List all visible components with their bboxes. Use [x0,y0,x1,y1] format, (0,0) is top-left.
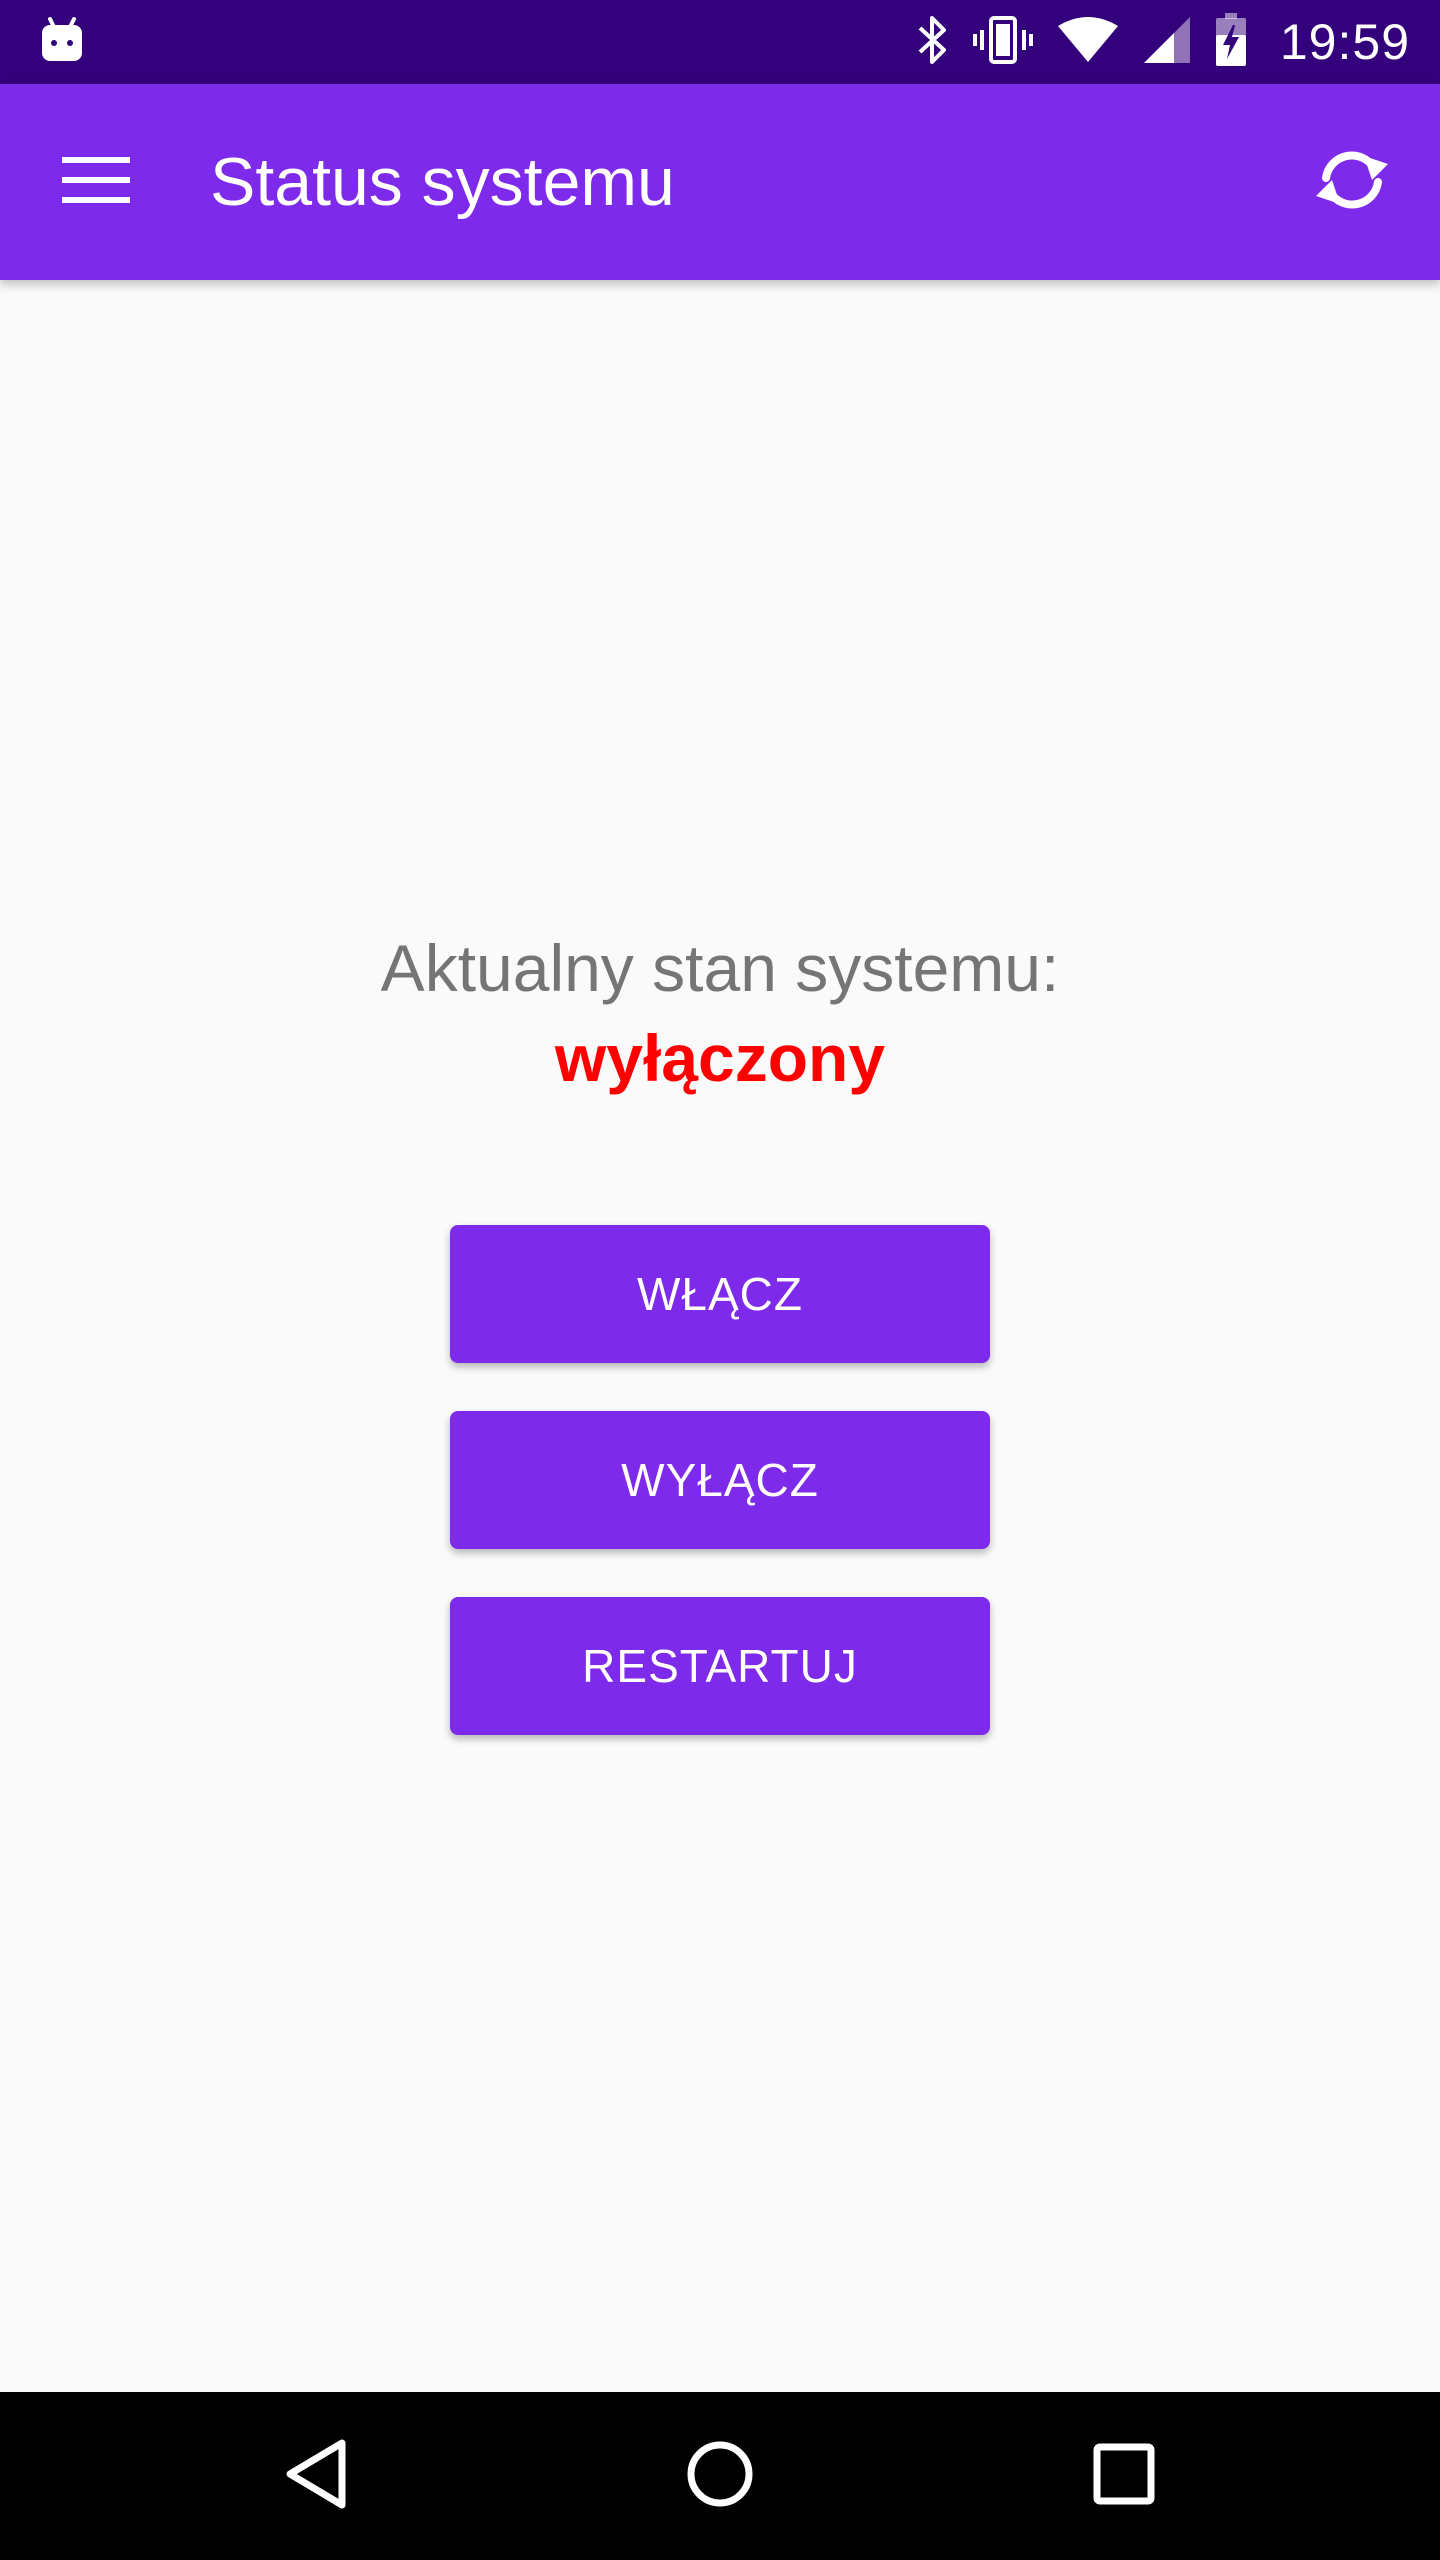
signal-icon [1142,15,1192,70]
status-time: 19:59 [1279,14,1410,70]
system-status-value: wyłączony [554,1021,886,1095]
turn-on-button[interactable]: WŁĄCZ [450,1225,990,1363]
back-button[interactable] [266,2426,366,2526]
menu-button[interactable] [48,134,144,230]
refresh-button[interactable] [1300,130,1404,234]
bluetooth-icon [916,14,950,71]
turn-off-button[interactable]: WYŁĄCZ [450,1411,990,1549]
wifi-icon [1056,16,1120,69]
refresh-icon [1314,148,1390,217]
back-icon [284,2439,348,2514]
restart-button[interactable]: RESTARTUJ [450,1597,990,1735]
recents-button[interactable] [1074,2426,1174,2526]
hamburger-menu-icon [62,155,130,210]
recents-icon [1093,2443,1155,2510]
android-notification-icon [40,16,84,68]
navigation-bar [0,2392,1440,2560]
status-bar-right: 19:59 [916,0,1410,84]
status-bar-left [40,14,84,70]
home-button[interactable] [670,2426,770,2526]
system-status-label: Aktualny stan systemu: [380,931,1060,1005]
vibrate-icon [972,14,1034,71]
page-title: Status systemu [210,144,675,220]
battery-charging-icon [1214,12,1248,72]
status-bar: 19:59 [0,0,1440,84]
app-bar: Status systemu [0,84,1440,280]
home-icon [685,2439,755,2514]
main-content: Aktualny stan systemu: wyłączony WŁĄCZ W… [0,280,1440,2392]
